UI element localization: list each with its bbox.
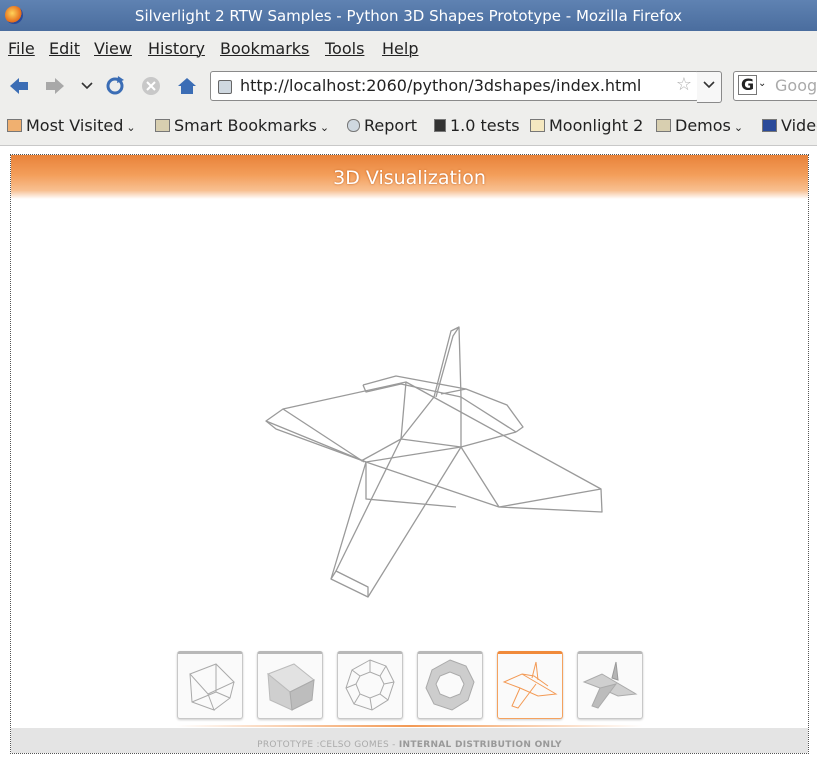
page-icon — [347, 119, 360, 132]
back-arrow-icon — [10, 78, 28, 94]
solid-ship-icon — [582, 661, 638, 709]
reload-button[interactable] — [102, 73, 128, 99]
menu-edit[interactable]: Edit — [49, 39, 80, 58]
bookmark-label: Moonlight 2 — [549, 116, 644, 135]
solid-torus-icon — [425, 659, 475, 711]
app-footer: PROTOTYPE :CELSO GOMES - INTERNAL DISTRI… — [11, 728, 808, 753]
footer-notice: INTERNAL DISTRIBUTION ONLY — [398, 740, 562, 750]
menu-file[interactable]: File — [8, 39, 35, 58]
menu-tools[interactable]: Tools — [325, 39, 364, 58]
app-title: 3D Visualization — [333, 167, 486, 189]
reload-icon — [106, 76, 124, 95]
bookmark-demos[interactable]: Demos ⌄ — [656, 116, 743, 135]
bookmark-video[interactable]: Video — [762, 116, 817, 135]
selector-underline — [177, 725, 643, 727]
moon-icon — [530, 119, 545, 132]
thumb-solid-torus[interactable] — [417, 651, 483, 719]
folder-icon — [656, 119, 671, 132]
wireframe-ship-model[interactable] — [11, 199, 808, 649]
url-history-dropdown[interactable] — [697, 71, 722, 103]
thumb-wire-ship[interactable] — [497, 651, 563, 719]
history-dropdown-button[interactable] — [74, 73, 100, 99]
thumb-solid-ship[interactable] — [577, 651, 643, 719]
bookmark-smart-bookmarks[interactable]: Smart Bookmarks ⌄ — [155, 116, 329, 135]
3d-viewport[interactable] — [11, 199, 808, 649]
thumb-wire-cube[interactable] — [177, 651, 243, 719]
shape-selector — [11, 651, 808, 731]
bookmark-label: Demos — [675, 116, 731, 135]
wire-ship-icon — [502, 661, 558, 709]
chevron-down-icon — [81, 82, 93, 90]
thumb-wire-torus[interactable] — [337, 651, 403, 719]
chevron-down-icon: ⌄ — [733, 121, 744, 134]
menu-bookmarks[interactable]: Bookmarks — [220, 39, 309, 58]
thumb-solid-cube[interactable] — [257, 651, 323, 719]
url-text[interactable]: http://localhost:2060/python/3dshapes/in… — [240, 76, 641, 95]
wire-cube-icon — [189, 663, 235, 711]
test-icon — [434, 119, 446, 132]
bookmark-label: Video — [781, 116, 817, 135]
chevron-down-icon — [703, 81, 715, 89]
solid-cube-icon — [267, 663, 315, 711]
footer-text: PROTOTYPE :CELSO GOMES - INTERNAL DISTRI… — [11, 740, 808, 750]
home-icon — [178, 78, 196, 94]
chevron-down-icon: ⌄ — [319, 121, 330, 134]
forward-button[interactable] — [42, 73, 68, 99]
bookmark-label: Smart Bookmarks — [174, 116, 317, 135]
bookmark-report[interactable]: Report — [347, 116, 417, 135]
video-icon — [762, 119, 777, 132]
bookmark-label: 1.0 tests — [450, 116, 520, 135]
bookmark-most-visited[interactable]: Most Visited ⌄ — [7, 116, 136, 135]
bookmark-label: Report — [364, 116, 418, 135]
folder-icon — [7, 119, 22, 132]
chevron-down-icon: ⌄ — [126, 121, 136, 134]
back-button[interactable] — [6, 73, 32, 99]
menu-view[interactable]: View — [94, 39, 132, 58]
bookmark-star-icon[interactable]: ☆ — [676, 74, 692, 95]
home-button[interactable] — [174, 73, 200, 99]
menu-bar: File Edit View History Bookmarks Tools H… — [0, 31, 817, 65]
footer-credit: PROTOTYPE :CELSO GOMES - — [257, 740, 399, 750]
search-placeholder[interactable]: Goog — [775, 76, 817, 95]
banner-fade — [11, 191, 808, 199]
menu-help[interactable]: Help — [382, 39, 418, 58]
stop-button[interactable] — [138, 73, 164, 99]
address-bar[interactable]: http://localhost:2060/python/3dshapes/in… — [210, 71, 699, 101]
window-titlebar: Silverlight 2 RTW Samples - Python 3D Sh… — [0, 0, 817, 31]
bookmark-1-0-tests[interactable]: 1.0 tests — [434, 116, 520, 135]
navigation-toolbar: http://localhost:2060/python/3dshapes/in… — [0, 65, 817, 107]
window-title: Silverlight 2 RTW Samples - Python 3D Sh… — [134, 7, 683, 25]
bookmarks-toolbar: Most Visited ⌄ Smart Bookmarks ⌄ Report 1.… — [0, 107, 817, 146]
app-banner: 3D Visualization — [11, 155, 808, 199]
wire-torus-icon — [345, 659, 395, 711]
menu-history[interactable]: History — [148, 39, 205, 58]
chevron-down-icon[interactable]: ⌄ — [758, 78, 766, 89]
stop-icon — [142, 77, 160, 95]
folder-icon — [155, 119, 170, 132]
bookmark-moonlight-2[interactable]: Moonlight 2 — [530, 116, 643, 135]
page-content: 3D Visualization PROTOTYPE:CELSO GOMES … — [0, 146, 817, 759]
forward-arrow-icon — [46, 78, 64, 94]
bookmark-label: Most Visited — [26, 116, 124, 135]
silverlight-app: 3D Visualization PROTOTYPE:CELSO GOMES … — [10, 154, 809, 754]
search-engine-icon[interactable]: G — [738, 75, 758, 95]
site-identity-icon[interactable] — [218, 80, 232, 94]
search-bar[interactable]: G ⌄ Goog — [733, 71, 817, 101]
